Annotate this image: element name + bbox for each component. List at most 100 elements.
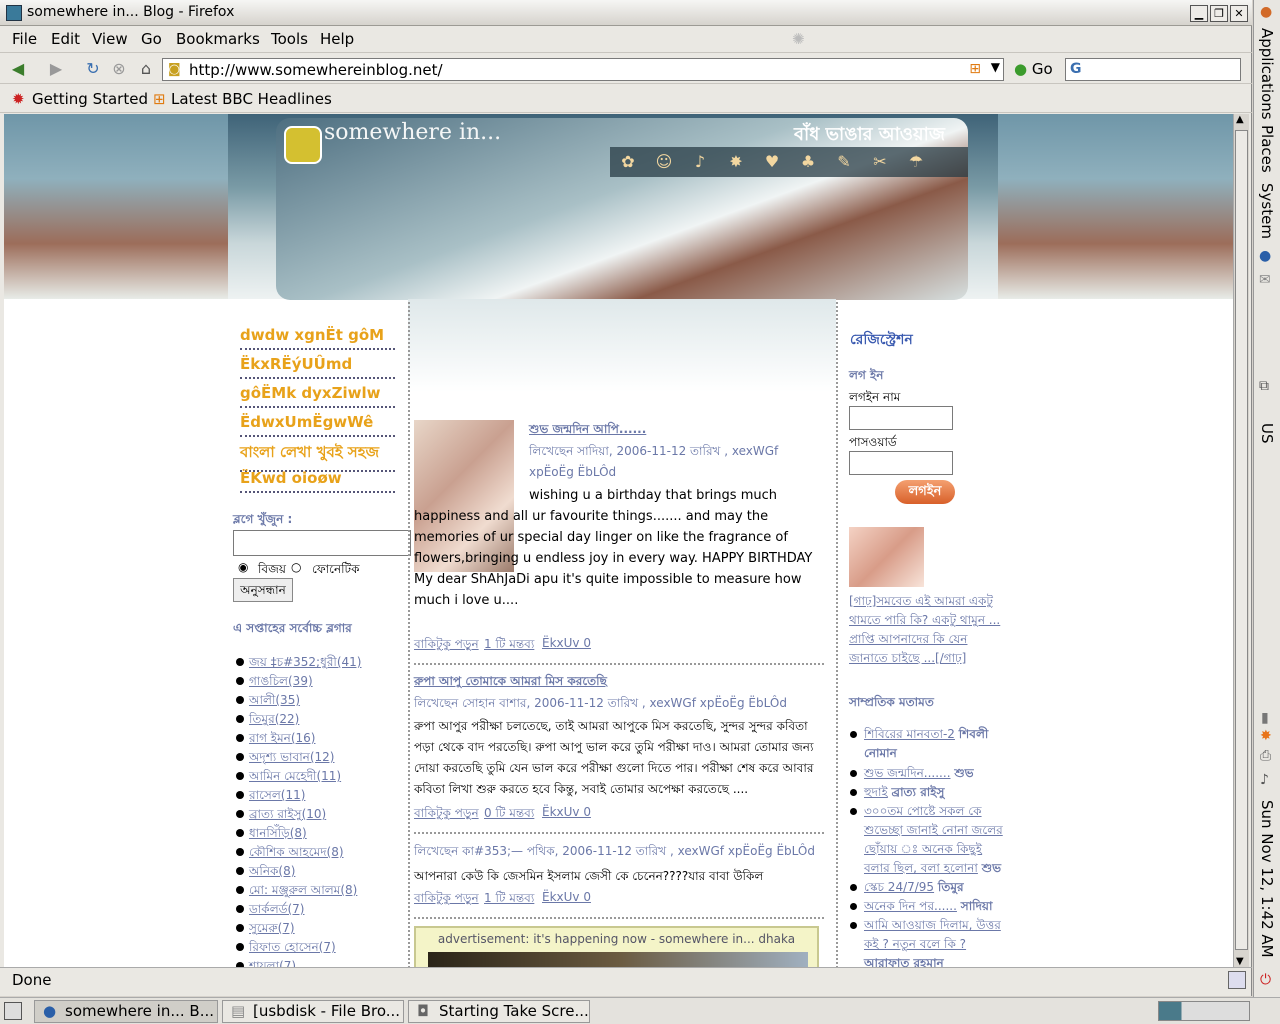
post-2-meta[interactable]: লিখেছেন সোহান বাশার, 2006-11-12 তারিখ , … <box>414 695 787 715</box>
recent-comment-post[interactable]: শিবিরের মানবতা-2 <box>864 727 955 741</box>
recent-comment-author[interactable]: ব্রাত্য রাইসু <box>892 785 945 799</box>
featured-photo[interactable] <box>849 527 924 587</box>
recent-comment-item[interactable]: স্কেচ 24/7/95 তিমুর <box>864 878 1009 897</box>
recent-comment-item[interactable]: শিবিরের মানবতা-2 শিবলী নোমান <box>864 725 1009 763</box>
radio-bijoy-icon[interactable]: ◉ <box>238 560 248 574</box>
url-field[interactable]: ◙ http://www.somewhereinblog.net/ ⊞ ▼ <box>162 58 1004 81</box>
left-link-4[interactable]: ËdwxUmËgwWê <box>240 413 395 437</box>
recent-comment-author[interactable]: শুভ <box>982 861 1001 875</box>
top-blogger-link[interactable]: গাঙচিল(39) <box>249 673 313 693</box>
category-icon-8[interactable]: ✂ <box>862 147 898 177</box>
top-blogger-link[interactable]: অনিক(8) <box>249 863 295 883</box>
left-link-2[interactable]: ËkxRËýUÛmd <box>240 355 395 379</box>
logout-icon[interactable]: ⏻ <box>1260 972 1271 988</box>
rss-icon[interactable]: ⊞ <box>969 61 981 77</box>
top-blogger-link[interactable]: ডার্কলর্ড(7) <box>249 901 304 921</box>
top-blogger-link[interactable]: আলী(35) <box>249 692 300 712</box>
post-3-comments[interactable]: 1 টি মন্তব্য <box>484 890 534 910</box>
site-logo[interactable] <box>284 126 322 164</box>
left-link-3[interactable]: gôËMk dyxZiwlw <box>240 384 395 408</box>
clock[interactable]: Sun Nov 12, 1:42 AM <box>1258 800 1276 958</box>
go-button[interactable]: ● Go <box>1014 60 1053 78</box>
left-link-5[interactable]: বাংলা লেখা খুবই সহজ <box>240 441 395 472</box>
task-file-browser[interactable]: ▤ [usbdisk - File Bro... <box>222 1000 404 1023</box>
recent-comment-post[interactable]: আমি আওয়াজ দিলাম, উত্তর কই ? নতুন বলে কি… <box>864 918 1001 951</box>
category-icon-2[interactable]: ☺ <box>646 147 682 177</box>
keyboard-layout[interactable]: US <box>1258 423 1276 444</box>
menu-go[interactable]: Go <box>141 30 162 48</box>
url-dropdown-icon[interactable]: ▼ <box>991 60 1000 74</box>
blog-search-input[interactable] <box>233 530 411 556</box>
post-1-title[interactable]: শুভ জন্মদিন আপি...... <box>529 421 646 441</box>
notification-icon[interactable]: ▮ <box>1261 710 1269 726</box>
applications-menu[interactable]: Applications <box>1258 28 1276 120</box>
vertical-scrollbar[interactable]: ▲ ▼ <box>1233 114 1249 967</box>
featured-caption[interactable]: [গাঢ়]সমবেত এই আমরা একটু থামতে পারি কি? … <box>849 592 1004 668</box>
volume-icon[interactable]: ♪ <box>1260 772 1269 788</box>
network-icon[interactable]: ⧉ <box>1259 378 1269 394</box>
menu-tools[interactable]: Tools <box>271 30 308 48</box>
menu-edit[interactable]: Edit <box>51 30 80 48</box>
scroll-up-icon[interactable]: ▲ <box>1236 114 1244 125</box>
top-blogger-link[interactable]: জয় ‡চ#352;ধুরী(41) <box>249 654 362 674</box>
stop-icon[interactable]: ⊗ <box>109 59 129 79</box>
category-icon-5[interactable]: ♥ <box>754 147 790 177</box>
system-menu[interactable]: System <box>1258 183 1276 239</box>
maximize-button[interactable]: ❐ <box>1210 5 1228 22</box>
google-icon[interactable]: G <box>1070 61 1082 77</box>
category-icon-9[interactable]: ☂ <box>898 147 934 177</box>
post-1-comments[interactable]: 1 টি মন্তব্য <box>484 636 534 656</box>
post-1-extra[interactable]: ËkxUv 0 <box>542 636 591 650</box>
workspace-switcher[interactable] <box>1158 1001 1250 1021</box>
post-3-meta[interactable]: লিখেছেন কা#353;— পথিক, 2006-11-12 তারিখ … <box>414 843 815 863</box>
recent-comment-author[interactable]: সাদিয়া <box>961 899 993 913</box>
web-browser-icon[interactable]: ● <box>1259 248 1271 264</box>
post-2-extra[interactable]: ËkxUv 0 <box>542 805 591 819</box>
scroll-down-icon[interactable]: ▼ <box>1236 956 1244 967</box>
recent-comment-post[interactable]: স্কেচ 24/7/95 <box>864 880 934 894</box>
recent-comment-item[interactable]: অনেক দিন পর...... সাদিয়া <box>864 897 1009 916</box>
minimize-button[interactable]: ▁ <box>1190 5 1208 22</box>
scrollbar-thumb[interactable] <box>1235 130 1248 950</box>
mail-icon[interactable]: ✉ <box>1259 272 1271 288</box>
top-blogger-link[interactable]: রাসেল(11) <box>249 787 305 807</box>
recent-comment-item[interactable]: ৩০০তম পোষ্টে সকল কে শুভেচ্ছা জানাই নোনা … <box>864 802 1009 878</box>
recent-comment-post[interactable]: শুভ জন্মদিন....... <box>864 766 951 780</box>
search-button[interactable]: অনুসন্ধান <box>233 578 293 602</box>
top-blogger-link[interactable]: তিমুর(22) <box>249 711 299 731</box>
top-blogger-link[interactable]: মো: মঞ্জুরুল আলম(8) <box>249 882 357 902</box>
recent-comment-author[interactable]: আরাফাত রহমান <box>864 956 944 967</box>
bookmark-bbc-headlines[interactable]: Latest BBC Headlines <box>171 90 332 108</box>
title-bar[interactable]: somewhere in... Blog - Firefox ▁ ❐ ✕ <box>0 0 1252 26</box>
radio-phonetic-icon[interactable]: ○ <box>291 560 301 574</box>
recent-comment-author[interactable]: তিমুর <box>938 880 964 894</box>
post-2-comments[interactable]: 0 টি মন্তব্য <box>484 805 534 825</box>
post-2-read-more[interactable]: বাকিটুকু পড়ুন <box>414 805 479 825</box>
category-icon-3[interactable]: ♪ <box>682 147 718 177</box>
top-blogger-link[interactable]: কৌশিক আহমেদ(8) <box>249 844 344 864</box>
category-icon-7[interactable]: ✎ <box>826 147 862 177</box>
menu-view[interactable]: View <box>92 30 128 48</box>
close-button[interactable]: ✕ <box>1230 5 1248 22</box>
category-icon-6[interactable]: ♣ <box>790 147 826 177</box>
recent-comment-post[interactable]: অনেক দিন পর...... <box>864 899 957 913</box>
top-blogger-link[interactable]: রাগ ইমন(16) <box>249 730 315 750</box>
printer-icon[interactable]: ⎙ <box>1260 748 1271 764</box>
bookmark-getting-started[interactable]: Getting Started <box>32 90 148 108</box>
recent-comment-item[interactable]: শুভ জন্মদিন....... শুভ <box>864 764 1009 783</box>
top-blogger-link[interactable]: রিফাত হোসেন(7) <box>249 939 336 959</box>
category-icon-4[interactable]: ✸ <box>718 147 754 177</box>
places-menu[interactable]: Places <box>1258 125 1276 173</box>
update-icon[interactable]: ✸ <box>1260 728 1272 744</box>
home-icon[interactable]: ⌂ <box>136 59 156 79</box>
top-blogger-link[interactable]: সুমেরু(7) <box>249 920 295 940</box>
post-3-read-more[interactable]: বাকিটুকু পড়ুন <box>414 890 479 910</box>
top-blogger-link[interactable]: ধানসিঁড়ি(8) <box>249 825 307 845</box>
task-firefox[interactable]: ● somewhere in... B... <box>34 1000 218 1023</box>
username-input[interactable] <box>849 406 953 430</box>
top-blogger-link[interactable]: অদৃশ্য ভাবান(12) <box>249 749 334 769</box>
search-field[interactable]: G <box>1065 58 1241 81</box>
register-link[interactable]: রেজিস্ট্রেশন <box>850 328 913 352</box>
forward-icon[interactable]: ▶ <box>46 59 66 79</box>
top-blogger-link[interactable]: আমিন মেহেদী(11) <box>249 768 341 788</box>
